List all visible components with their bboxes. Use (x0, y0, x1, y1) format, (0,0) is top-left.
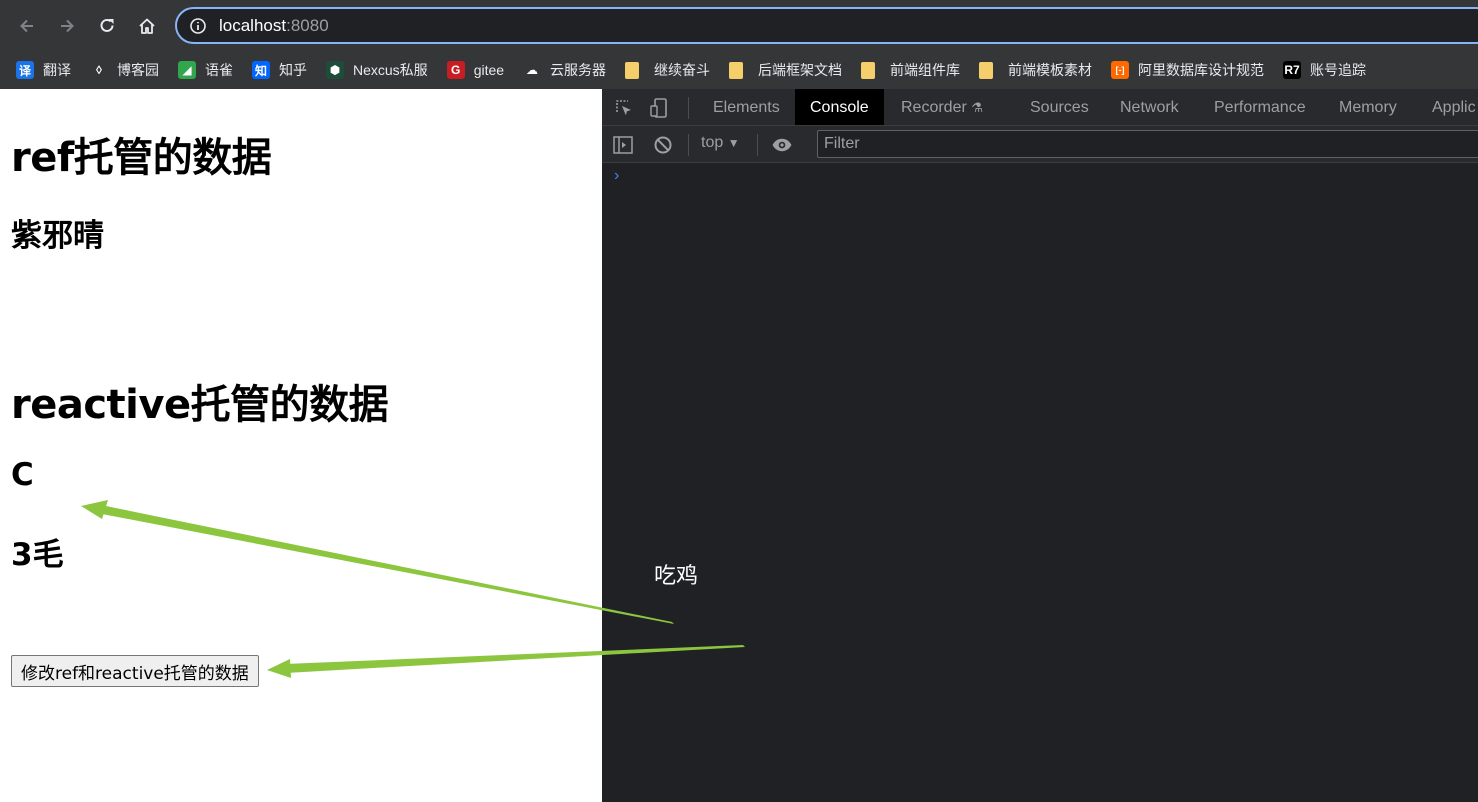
bookmark-label: 前端模板素材 (1008, 62, 1093, 78)
bookmark-label: 阿里数据库设计规范 (1138, 62, 1265, 78)
bookmark-item[interactable]: R7 账号追踪 (1283, 56, 1366, 84)
home-button[interactable] (133, 12, 161, 40)
ref-heading: ref托管的数据 (11, 135, 272, 181)
tab-sources[interactable]: Sources (1015, 89, 1104, 125)
bookmark-item[interactable]: 继续奋斗 (625, 56, 710, 84)
bookmark-item[interactable]: ⬢ Nexcus私服 (326, 56, 428, 84)
back-button[interactable] (13, 12, 41, 40)
bookmark-label: 知乎 (279, 62, 307, 78)
bookmark-label: 账号追踪 (1310, 62, 1367, 78)
bookmark-label: gitee (473, 62, 505, 78)
inspect-element-icon[interactable] (613, 97, 635, 119)
cloud-icon: ☁ (523, 61, 542, 79)
filter-box (817, 130, 1478, 158)
context-label: top (701, 134, 724, 151)
devtools-tab-bar: Elements Console Recorder ⚗ Sources Netw… (602, 89, 1478, 126)
info-icon[interactable] (189, 17, 207, 35)
folder-icon (625, 61, 640, 79)
annotation-text: 吃鸡 (654, 564, 699, 589)
bookmark-label: 语雀 (205, 62, 233, 78)
bookmark-label: 博客园 (117, 62, 159, 78)
bookmark-item[interactable]: 后端框架文档 (729, 56, 842, 84)
zhihu-icon: 知 (252, 61, 270, 79)
bookmark-item[interactable]: ◊ 博客园 (90, 56, 159, 84)
bookmark-label: 前端组件库 (890, 62, 961, 78)
reload-icon (100, 18, 114, 32)
folder-icon (729, 61, 744, 79)
bookmark-label: 云服务器 (550, 62, 607, 78)
bookmark-item[interactable]: 译翻译 (16, 56, 71, 84)
ref-value: 紫邪晴 (11, 218, 104, 254)
arrow-left-icon (20, 19, 33, 33)
dropdown-arrow-icon: ▼ (727, 136, 740, 150)
translate-icon: 译 (16, 61, 34, 79)
console-prompt[interactable]: › (614, 167, 619, 185)
forward-button[interactable] (53, 12, 81, 40)
reactive-value-2: 3毛 (11, 537, 64, 573)
bookmarks-bar: 译翻译 ◊ 博客园 ◢ 语雀 知知乎 ⬢ Nexcus私服 Ggitee ☁ 云服务器 继续奋斗 后端框… (0, 51, 1478, 89)
clear-console-icon[interactable] (652, 134, 674, 156)
console-filter-input[interactable] (818, 131, 1478, 157)
modify-data-button[interactable]: 修改ref和reactive托管的数据 (11, 655, 259, 687)
url-text[interactable]: localhost:8080 (219, 16, 329, 36)
bookmark-item[interactable]: [-] 阿里数据库设计规范 (1111, 56, 1264, 84)
bookmark-item[interactable]: 前端组件库 (861, 56, 960, 84)
bookmark-label: Nexcus私服 (353, 62, 428, 78)
folder-icon (861, 61, 876, 79)
arrow-right-icon (61, 19, 74, 33)
bookmark-item[interactable]: ◢ 语雀 (178, 56, 233, 84)
bookmark-label: 后端框架文档 (758, 62, 843, 78)
device-toolbar-icon[interactable] (648, 97, 670, 119)
r7-icon: R7 (1283, 61, 1302, 79)
toolbar-divider (688, 97, 689, 119)
bookmark-item[interactable]: 前端模板素材 (979, 56, 1092, 84)
console-toolbar: top ▼ (602, 126, 1478, 163)
bookmark-label: 继续奋斗 (654, 62, 711, 78)
tab-performance[interactable]: Performance (1199, 89, 1321, 125)
tab-elements[interactable]: Elements (698, 89, 795, 125)
folder-icon (979, 61, 994, 79)
context-selector[interactable]: top ▼ (701, 134, 740, 152)
sidebar-toggle-icon[interactable] (612, 134, 634, 156)
address-bar[interactable]: localhost:8080 (175, 7, 1478, 44)
url-host: localhost (219, 16, 287, 35)
url-port: :8080 (286, 16, 329, 35)
tab-recorder-label: Recorder (901, 99, 967, 116)
tab-recorder[interactable]: Recorder ⚗ (886, 89, 998, 125)
bookmark-item[interactable]: 知知乎 (252, 56, 307, 84)
bookmark-label: 翻译 (43, 62, 71, 78)
flask-icon: ⚗ (971, 100, 983, 115)
devtools-panel: Elements Console Recorder ⚗ Sources Netw… (602, 89, 1478, 802)
cnblogs-icon: ◊ (90, 61, 108, 79)
reactive-value-1: C (11, 457, 34, 493)
tab-memory[interactable]: Memory (1324, 89, 1412, 125)
eye-icon[interactable] (771, 134, 793, 156)
tab-console[interactable]: Console (795, 89, 884, 125)
home-icon (139, 18, 155, 34)
toolbar-divider (757, 134, 758, 156)
gitee-icon: G (446, 61, 465, 79)
reload-button[interactable] (93, 12, 121, 40)
nexus-icon: ⬢ (326, 61, 344, 79)
bookmark-item[interactable]: Ggitee (446, 56, 505, 84)
bookmark-item[interactable]: ☁ 云服务器 (523, 56, 606, 84)
tab-application[interactable]: Applic (1417, 89, 1478, 125)
tab-network[interactable]: Network (1105, 89, 1194, 125)
page-viewport: ref托管的数据 紫邪晴 reactive托管的数据 C 3毛 修改ref和re… (0, 89, 602, 802)
toolbar-divider (688, 134, 689, 156)
browser-toolbar: localhost:8080 (0, 0, 1478, 51)
yuque-icon: ◢ (178, 61, 196, 79)
reactive-heading: reactive托管的数据 (11, 382, 389, 428)
aliyun-icon: [-] (1111, 61, 1130, 79)
